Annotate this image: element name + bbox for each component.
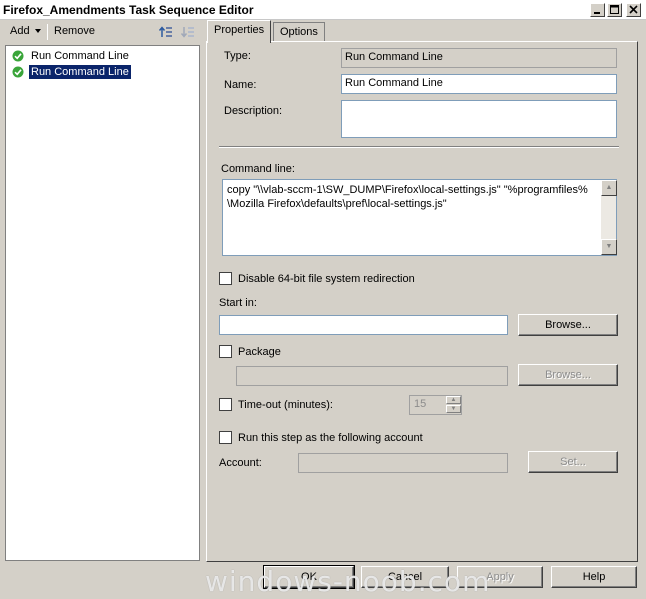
set-account-button: Set... xyxy=(528,451,618,473)
tree-item-label: Run Command Line xyxy=(29,64,131,79)
task-sequence-editor-window: Firefox_Amendments Task Sequence Editor … xyxy=(0,0,646,599)
add-menu-button[interactable]: Add xyxy=(10,25,30,37)
disable64-checkbox[interactable] xyxy=(219,272,232,285)
type-label: Type: xyxy=(224,50,251,62)
scroll-up-icon[interactable]: ▲ xyxy=(601,180,617,196)
name-label: Name: xyxy=(224,79,257,91)
run-as-label: Run this step as the following account xyxy=(238,432,423,444)
command-line-scrollbar[interactable]: ▲ ▼ xyxy=(601,179,617,256)
apply-button: Apply xyxy=(457,566,543,588)
description-field[interactable] xyxy=(341,100,617,138)
cancel-button[interactable]: Cancel xyxy=(361,566,449,588)
toolbar-divider xyxy=(47,24,48,40)
timeout-checkbox[interactable] xyxy=(219,398,232,411)
run-as-checkbox[interactable] xyxy=(219,431,232,444)
title-bar[interactable]: Firefox_Amendments Task Sequence Editor xyxy=(0,0,646,20)
timeout-label: Time-out (minutes): xyxy=(238,399,333,411)
disable64-label: Disable 64-bit file system redirection xyxy=(238,273,415,285)
green-check-icon xyxy=(12,66,24,77)
task-tree[interactable]: Run Command Line Run Command Line xyxy=(5,45,200,561)
maximize-icon[interactable] xyxy=(607,3,622,17)
package-browse-button: Browse... xyxy=(518,364,618,386)
green-check-icon xyxy=(12,50,24,61)
account-field xyxy=(298,453,508,473)
type-field: Run Command Line xyxy=(341,48,617,68)
task-sequence-pane: Add Remove Run Command Line Run Command … xyxy=(0,20,204,566)
package-checkbox[interactable] xyxy=(219,345,232,358)
start-in-field[interactable] xyxy=(219,315,508,335)
tree-item-selected[interactable]: Run Command Line xyxy=(12,64,131,79)
scroll-down-icon[interactable]: ▼ xyxy=(601,239,617,255)
command-line-field[interactable]: copy "\\vlab-sccm-1\SW_DUMP\Firefox\loca… xyxy=(222,179,602,256)
minimize-icon[interactable] xyxy=(590,3,605,17)
tree-item[interactable]: Run Command Line xyxy=(12,48,131,63)
ok-button[interactable]: OK xyxy=(263,565,355,589)
remove-button[interactable]: Remove xyxy=(54,25,95,37)
separator xyxy=(219,146,619,148)
chevron-down-icon[interactable] xyxy=(35,29,41,33)
start-in-browse-button[interactable]: Browse... xyxy=(518,314,618,336)
start-in-label: Start in: xyxy=(219,297,257,309)
tab-options[interactable]: Options xyxy=(273,22,325,42)
tree-item-label: Run Command Line xyxy=(31,49,129,62)
spin-down-icon: ▼ xyxy=(446,405,461,413)
account-label: Account: xyxy=(219,457,262,469)
task-toolbar: Add Remove xyxy=(0,20,204,44)
package-label: Package xyxy=(238,346,281,358)
move-up-icon[interactable] xyxy=(158,24,174,40)
close-icon[interactable] xyxy=(626,3,641,17)
spin-up-icon: ▲ xyxy=(446,396,461,404)
timeout-value: 15 xyxy=(414,398,427,410)
name-field[interactable]: Run Command Line xyxy=(341,74,617,94)
command-line-label: Command line: xyxy=(221,163,295,175)
timeout-stepper: 15 ▲ ▼ xyxy=(409,395,462,415)
window-title: Firefox_Amendments Task Sequence Editor xyxy=(3,3,254,17)
tab-properties[interactable]: Properties xyxy=(207,20,272,43)
move-down-icon[interactable] xyxy=(180,24,196,40)
package-field xyxy=(236,366,508,386)
description-label: Description: xyxy=(224,105,283,117)
help-button[interactable]: Help xyxy=(551,566,637,588)
tab-strip: Properties Options xyxy=(207,20,637,43)
